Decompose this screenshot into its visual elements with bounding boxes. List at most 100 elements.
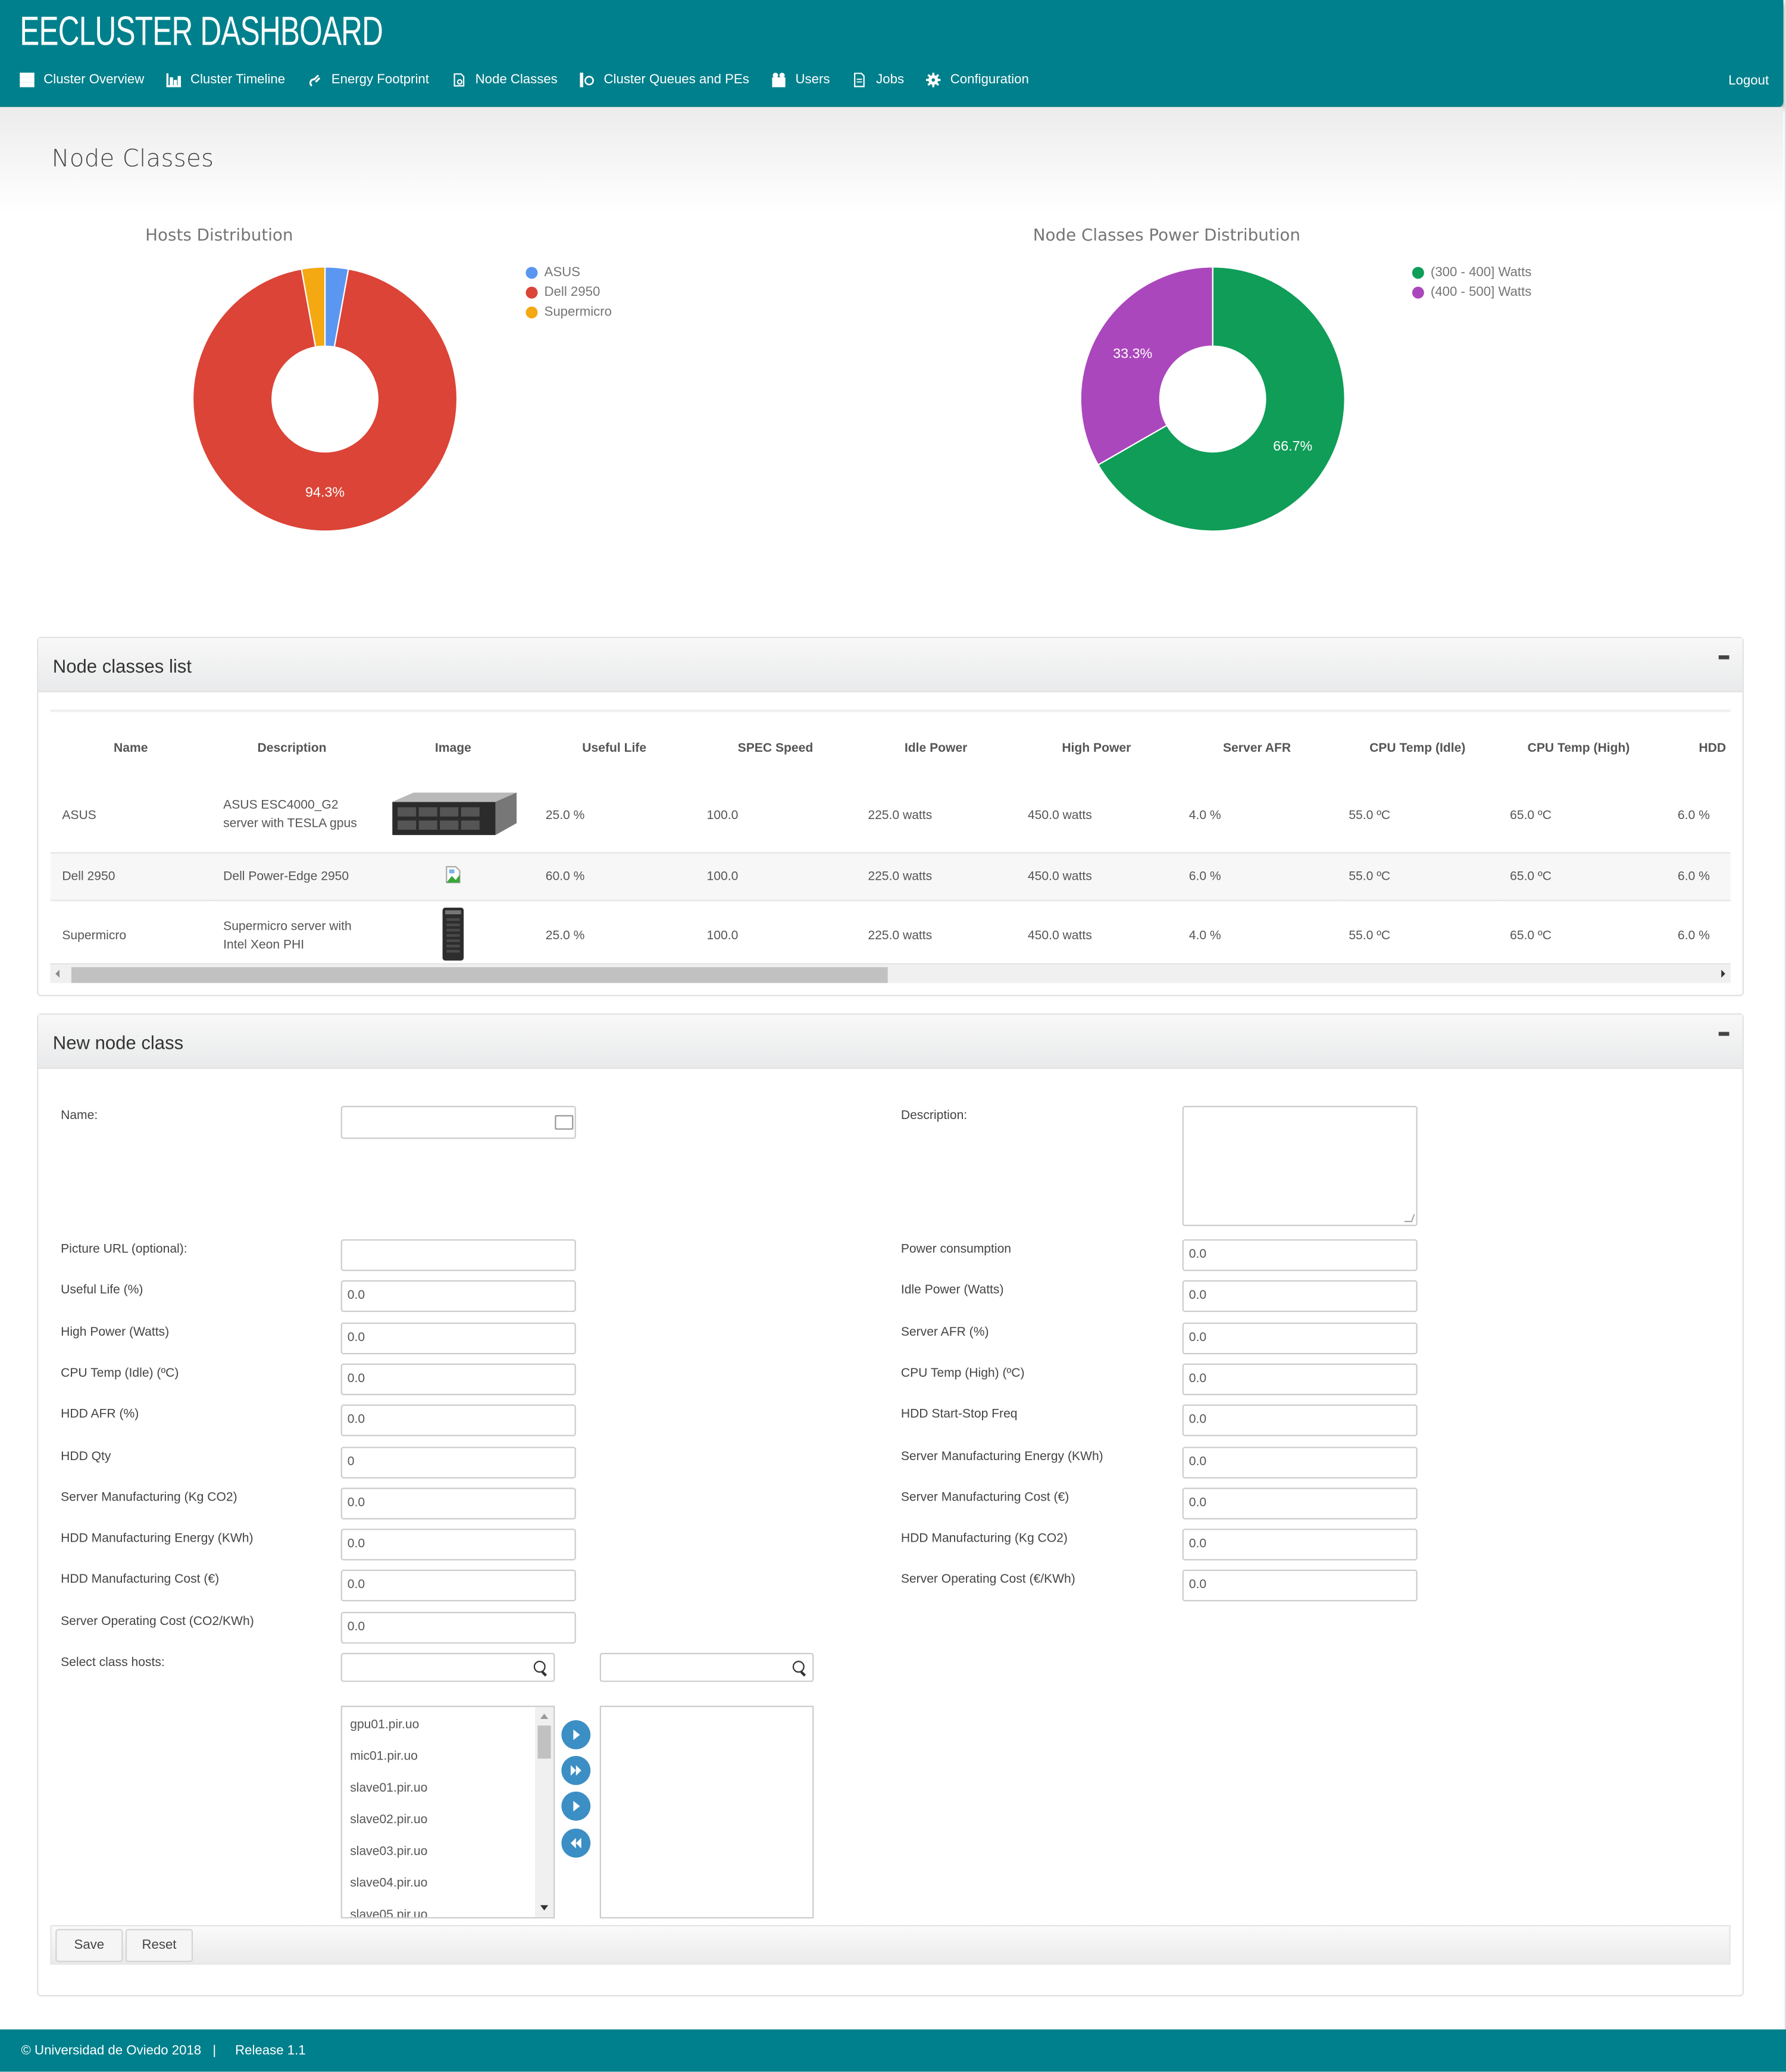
table-row[interactable]: Supermicro Supermicro server with Intel … (50, 900, 1730, 973)
reset-button[interactable]: Reset (125, 1929, 193, 1962)
idle-power-watts-input[interactable]: 0.0 (1182, 1280, 1418, 1312)
host-list-item[interactable]: slave05.pir.uo (342, 1900, 553, 1917)
tower-server-image (442, 908, 464, 961)
scroll-down-arrow-icon[interactable] (540, 1905, 549, 1911)
document-icon (854, 73, 865, 87)
legend-label: Supermicro (544, 305, 612, 320)
cell-high-power: 450.0 watts (1027, 868, 1092, 883)
scroll-right-arrow-icon[interactable] (1721, 970, 1725, 978)
scroll-left-arrow-icon[interactable] (55, 970, 60, 978)
cpu-temp-high-c-input[interactable]: 0.0 (1182, 1363, 1418, 1396)
nav-energy-footprint[interactable]: Energy Footprint (308, 73, 429, 87)
save-button[interactable]: Save (55, 1929, 123, 1962)
nav-cluster-queues[interactable]: Cluster Queues and PEs (580, 73, 749, 87)
hdd-afr-input[interactable]: 0.0 (340, 1404, 576, 1436)
hdd-manufacturing-cost-input[interactable]: 0.0 (340, 1570, 576, 1602)
nav-users[interactable]: Users (772, 73, 830, 87)
legend-item[interactable]: ASUS (526, 263, 612, 283)
column-header[interactable]: Useful Life (534, 712, 695, 779)
move-selected-right-button[interactable] (561, 1720, 591, 1749)
table-row[interactable]: Dell 2950 Dell Power-Edge 2950 60.0 % 10… (50, 852, 1731, 900)
scrollbar-thumb[interactable] (71, 967, 888, 983)
hdd-manufacturing-kg-co2-label: HDD Manufacturing (Kg CO2) (900, 1531, 1068, 1546)
column-header[interactable]: HDD (1659, 712, 1731, 779)
available-hosts-list[interactable]: gpu01.pir.uo mic01.pir.uo slave01.pir.uo sl… (340, 1705, 555, 1919)
picture-url-optional-input[interactable] (340, 1239, 576, 1271)
title-band (0, 107, 1784, 213)
host-list-item[interactable]: mic01.pir.uo (342, 1742, 553, 1773)
cell-hdd: 6.0 % (1678, 868, 1710, 883)
collapse-icon[interactable] (1718, 655, 1729, 660)
hdd-start-stop-freq-input[interactable]: 0.0 (1182, 1404, 1418, 1436)
power-chart-title: Node Classes Power Distribution (1033, 224, 1300, 245)
host-list-item[interactable]: slave01.pir.uo (342, 1773, 553, 1805)
cell-server-afr: 6.0 % (1188, 868, 1221, 883)
column-header[interactable]: Server AFR (1177, 712, 1337, 779)
high-power-watts-input[interactable]: 0.0 (340, 1322, 576, 1355)
table-horizontal-scrollbar[interactable] (50, 963, 1731, 983)
useful-life-label: Useful Life (%) (61, 1283, 143, 1298)
cell-name: Supermicro (62, 929, 127, 944)
host-list-item[interactable]: slave03.pir.uo (342, 1836, 553, 1868)
selected-hosts-search[interactable] (599, 1652, 814, 1682)
selected-hosts-list[interactable] (599, 1705, 814, 1919)
column-header[interactable]: Description (211, 712, 373, 779)
panel-header: New node class (38, 1014, 1743, 1069)
legend-item[interactable]: Dell 2950 (526, 283, 612, 302)
host-list-item[interactable]: gpu01.pir.uo (342, 1710, 553, 1741)
hdd-qty-label: HDD Qty (61, 1449, 111, 1464)
server-manufacturing-energy-kwh-input[interactable]: 0.0 (1182, 1446, 1418, 1479)
app-title[interactable]: EECLUSTER DASHBOARD (20, 8, 383, 55)
legend-item[interactable]: (300 - 400] Watts (1412, 263, 1531, 283)
pie-slice-400-500-watts[interactable] (1080, 266, 1213, 466)
column-header[interactable]: SPEC Speed (695, 712, 856, 779)
legend-item[interactable]: Supermicro (526, 302, 612, 322)
move-selected-left-button[interactable] (561, 1791, 591, 1821)
new-node-class-panel: New node class Name: Description: Select… (37, 1013, 1744, 1996)
cpu-temp-idle-c-input[interactable]: 0.0 (340, 1363, 576, 1396)
nav-node-classes[interactable]: Node Classes (452, 73, 558, 87)
hdd-manufacturing-energy-kwh-input[interactable]: 0.0 (340, 1529, 576, 1561)
host-list-item[interactable]: slave04.pir.uo (342, 1868, 553, 1900)
server-manufacturing-energy-kwh-label: Server Manufacturing Energy (KWh) (900, 1449, 1103, 1464)
nav-configuration[interactable]: Configuration (926, 73, 1029, 87)
server-manufacturing-kg-co2-input[interactable]: 0.0 (340, 1487, 576, 1520)
server-afr-label: Server AFR (%) (900, 1325, 989, 1340)
server-operating-cost-co2-kwh-input[interactable]: 0.0 (340, 1612, 576, 1644)
cell-description: Supermicro server with Intel Xeon PHI (223, 919, 352, 952)
scrollbar-thumb[interactable] (537, 1725, 551, 1759)
nav-cluster-timeline[interactable]: Cluster Timeline (166, 73, 285, 87)
list-icon (20, 73, 35, 87)
column-header[interactable]: High Power (1016, 712, 1177, 779)
hdd-qty-input[interactable]: 0 (340, 1446, 576, 1479)
cell-image (373, 852, 534, 900)
server-afr-input[interactable]: 0.0 (1182, 1322, 1418, 1355)
logout-link[interactable]: Logout (1728, 74, 1769, 88)
collapse-icon[interactable] (1718, 1032, 1729, 1036)
column-header[interactable]: Idle Power (856, 712, 1016, 779)
column-header[interactable]: CPU Temp (High) (1498, 712, 1659, 779)
available-hosts-search[interactable] (340, 1652, 555, 1682)
description-label: Description: (900, 1108, 968, 1123)
description-textarea[interactable] (1182, 1105, 1418, 1226)
scroll-up-arrow-icon[interactable] (540, 1713, 549, 1719)
hdd-manufacturing-kg-co2-input[interactable]: 0.0 (1182, 1529, 1418, 1561)
footer-separator: | (212, 2043, 217, 2059)
table-row[interactable]: ASUS ASUS ESC4000_G2 server with TESLA g… (50, 780, 1730, 852)
nav-jobs[interactable]: Jobs (852, 73, 904, 87)
server-manufacturing-cost-input[interactable]: 0.0 (1182, 1487, 1418, 1520)
list-vertical-scrollbar[interactable] (534, 1707, 554, 1917)
nav-cluster-overview[interactable]: Cluster Overview (20, 73, 144, 87)
move-all-right-button[interactable] (561, 1755, 591, 1785)
useful-life-input[interactable]: 0.0 (340, 1280, 576, 1312)
power-consumption-input[interactable]: 0.0 (1182, 1239, 1418, 1271)
name-input[interactable] (340, 1105, 576, 1139)
move-all-left-button[interactable] (561, 1829, 591, 1858)
column-header[interactable]: Name (50, 712, 211, 779)
resize-grip-icon[interactable] (1404, 1214, 1415, 1223)
host-list-item[interactable]: slave02.pir.uo (342, 1805, 553, 1836)
column-header[interactable]: Image (373, 712, 534, 779)
server-operating-cost-kwh-input[interactable]: 0.0 (1182, 1570, 1418, 1602)
legend-item[interactable]: (400 - 500] Watts (1412, 283, 1531, 302)
column-header[interactable]: CPU Temp (Idle) (1337, 712, 1498, 779)
